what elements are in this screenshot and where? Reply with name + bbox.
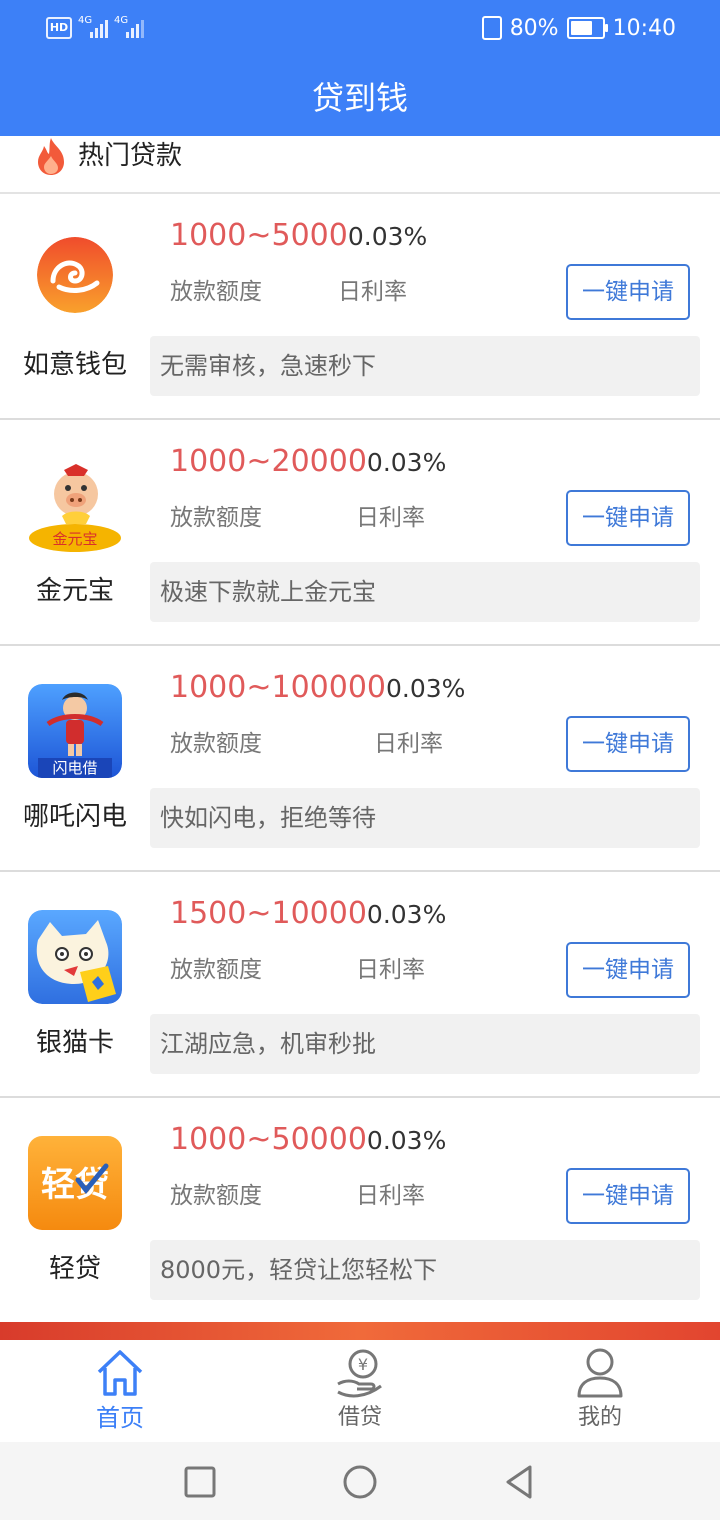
system-nav-bar xyxy=(0,1442,720,1520)
app-name: 金元宝 xyxy=(35,576,114,606)
slogan: 快如闪电，拒绝等待 xyxy=(150,788,700,848)
daily-rate-value: 0.03% xyxy=(366,900,447,929)
amount-range: 1000~500000.03% xyxy=(170,1118,446,1163)
amount-label: 放款额度 xyxy=(170,957,262,983)
amount-range: 1000~200000.03% xyxy=(170,440,446,485)
nav-mine[interactable]: 我的 xyxy=(480,1340,720,1442)
range-value: 1000~5000 xyxy=(170,218,348,253)
nav-label: 我的 xyxy=(577,1405,622,1430)
logo-text: 闪电借 xyxy=(52,759,97,777)
daily-rate-value: 0.03% xyxy=(347,222,428,251)
status-bar: HD 4G 4G 80% 10:40 xyxy=(0,0,720,56)
app-header: HD 4G 4G 80% 10:40 贷到钱 xyxy=(0,0,720,136)
hot-loans-section-header: 热门贷款 xyxy=(0,136,720,194)
recent-apps-icon[interactable] xyxy=(180,1462,220,1502)
yen-hand-icon: ¥ xyxy=(337,1349,382,1398)
range-value: 1000~50000 xyxy=(170,1122,367,1157)
nav-home[interactable]: 首页 xyxy=(0,1340,240,1442)
logo-text: 金元宝 xyxy=(52,530,97,548)
amount-label: 放款额度 xyxy=(170,505,262,531)
fire-icon xyxy=(38,138,64,175)
app-name: 银猫卡 xyxy=(35,1028,114,1058)
battery-icon xyxy=(566,17,608,39)
back-icon[interactable] xyxy=(500,1462,540,1502)
slogan: 极速下款就上金元宝 xyxy=(150,562,700,622)
amount-range: 1000~50000.03% xyxy=(170,214,427,259)
user-icon xyxy=(577,1348,623,1398)
clock: 10:40 xyxy=(612,15,676,41)
signal-icon: 4G xyxy=(78,16,108,40)
apply-button[interactable]: 一键申请 xyxy=(566,1168,690,1224)
slogan: 无需审核，急速秒下 xyxy=(150,336,700,396)
vibrate-icon xyxy=(481,16,502,40)
nav-label: 首页 xyxy=(96,1404,144,1432)
rate-label: 日利率 xyxy=(356,1183,425,1209)
piggy-gold-icon: 金元宝 xyxy=(28,458,122,552)
loan-card[interactable]: 如意钱包 1000~50000.03% 放款额度 日利率 一键申请 无需审核，急… xyxy=(0,194,720,420)
nezha-icon: 闪电借 xyxy=(28,684,122,778)
loan-list: 如意钱包 1000~50000.03% 放款额度 日利率 一键申请 无需审核，急… xyxy=(0,194,720,1324)
apply-button[interactable]: 一键申请 xyxy=(566,264,690,320)
app-name: 如意钱包 xyxy=(22,350,127,380)
daily-rate-value: 0.03% xyxy=(366,1126,447,1155)
loan-card[interactable]: 银猫卡 1500~100000.03% 放款额度 日利率 一键申请 江湖应急，机… xyxy=(0,872,720,1098)
loan-card[interactable]: 闪电借 哪吒闪电 1000~1000000.03% 放款额度 日利率 一键申请 … xyxy=(0,646,720,872)
status-left: HD 4G 4G xyxy=(46,14,144,42)
loan-card[interactable]: 轻贷 轻贷 1000~500000.03% 放款额度 日利率 一键申请 8000… xyxy=(0,1098,720,1324)
signal-icon-2: 4G xyxy=(114,16,144,40)
range-value: 1000~20000 xyxy=(170,444,367,479)
range-value: 1500~10000 xyxy=(170,896,367,931)
daily-rate-value: 0.03% xyxy=(386,674,466,703)
battery-percent: 80% xyxy=(509,15,559,41)
qingdai-icon: 轻贷 xyxy=(28,1136,122,1230)
amount-range: 1000~1000000.03% xyxy=(170,666,465,711)
amount-label: 放款额度 xyxy=(170,279,262,305)
apply-button[interactable]: 一键申请 xyxy=(566,490,690,546)
slogan: 8000元，轻贷让您轻松下 xyxy=(150,1240,700,1300)
range-value: 1000~100000 xyxy=(170,670,387,705)
amount-label: 放款额度 xyxy=(170,1183,262,1209)
apply-button[interactable]: 一键申请 xyxy=(566,716,690,772)
apply-button[interactable]: 一键申请 xyxy=(566,942,690,998)
svg-text:¥: ¥ xyxy=(358,1355,368,1374)
slogan: 江湖应急，机审秒批 xyxy=(150,1014,700,1074)
app-name: 轻贷 xyxy=(48,1254,101,1284)
loan-card[interactable]: 金元宝 金元宝 1000~200000.03% 放款额度 日利率 一键申请 极速… xyxy=(0,420,720,646)
nav-loan[interactable]: ¥ 借贷 xyxy=(240,1340,480,1442)
hd-badge: HD xyxy=(46,17,72,39)
rate-label: 日利率 xyxy=(356,957,425,983)
home-circle-icon[interactable] xyxy=(340,1462,380,1502)
rate-label: 日利率 xyxy=(338,279,407,305)
daily-rate-value: 0.03% xyxy=(366,448,447,477)
status-right: 80% 10:40 xyxy=(481,14,676,42)
bottom-nav: 首页 ¥ 借贷 我的 xyxy=(0,1340,720,1442)
rate-label: 日利率 xyxy=(356,505,425,531)
nav-label: 借贷 xyxy=(337,1405,382,1430)
rate-label: 日利率 xyxy=(374,731,443,757)
amount-label: 放款额度 xyxy=(170,731,262,757)
app-name: 哪吒闪电 xyxy=(22,802,127,832)
home-icon xyxy=(97,1350,143,1396)
ruyi-cloud-icon xyxy=(37,237,113,313)
section-title: 热门贷款 xyxy=(78,141,183,171)
promo-banner-edge[interactable] xyxy=(0,1322,720,1340)
page-title: 贷到钱 xyxy=(311,79,408,117)
cat-icon xyxy=(28,910,122,1004)
amount-range: 1500~100000.03% xyxy=(170,892,446,937)
